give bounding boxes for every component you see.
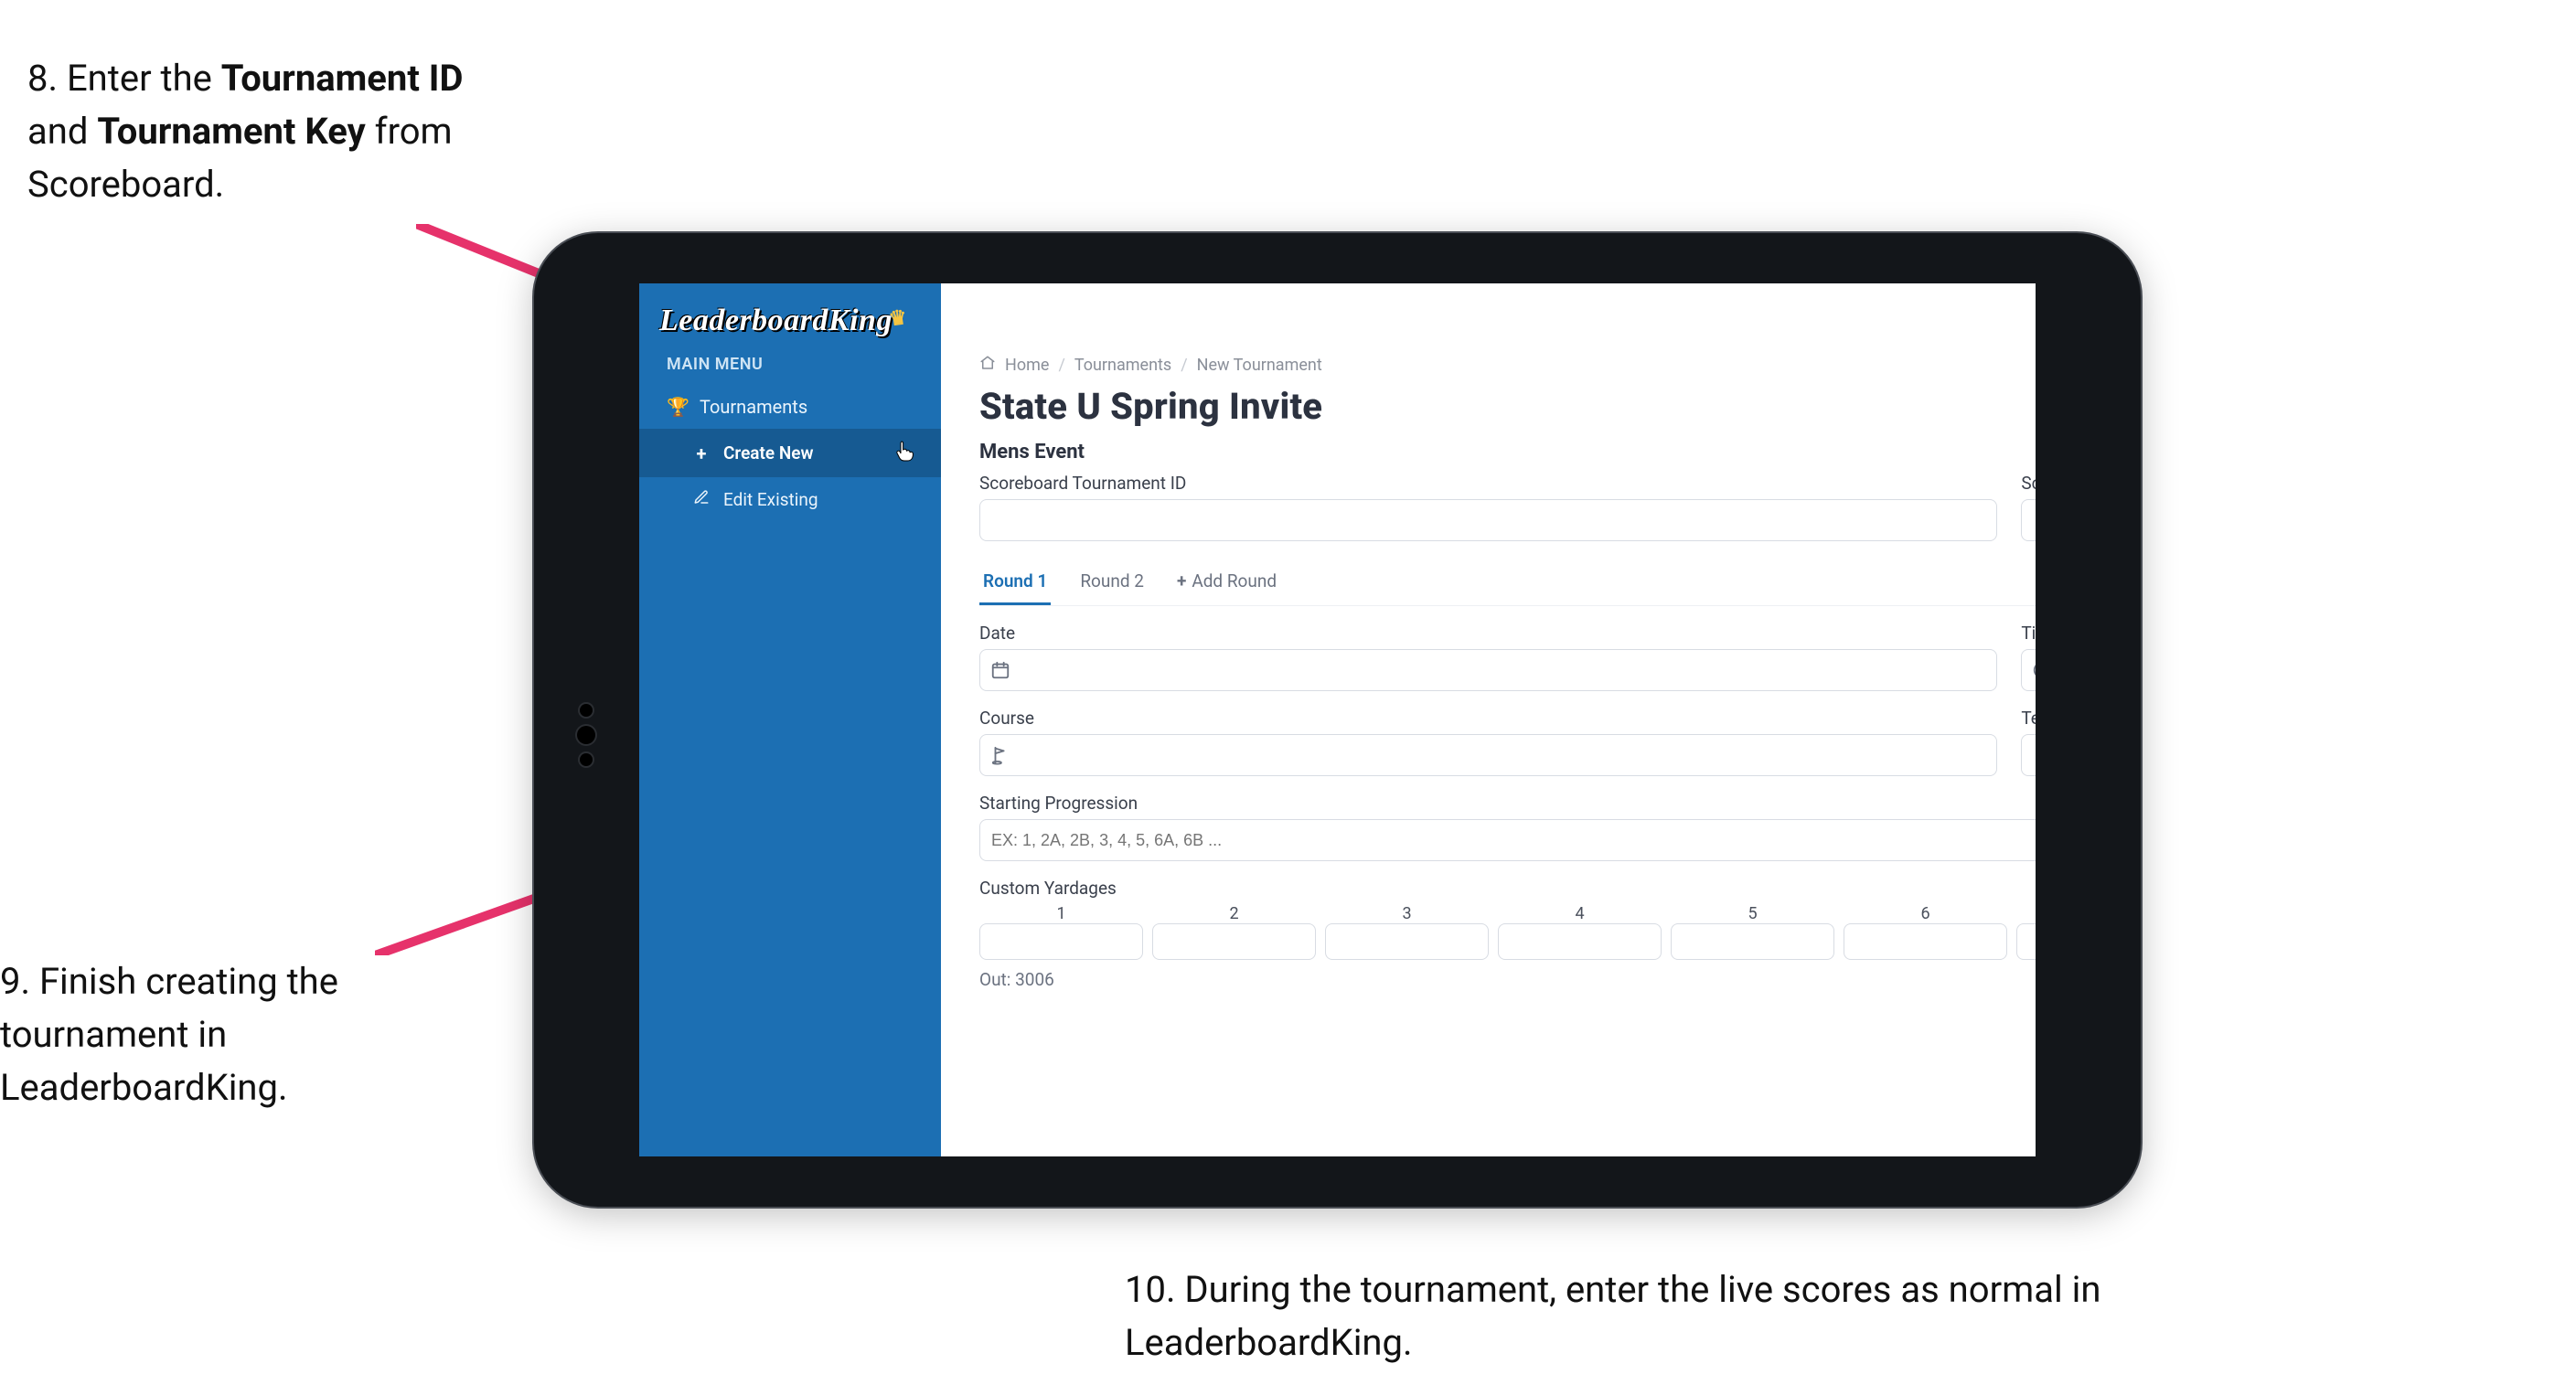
tab-round-2[interactable]: Round 2 [1076,561,1148,605]
hole-yardage-input[interactable] [1844,923,2007,960]
calendar-icon [989,658,1012,682]
instruction-step-9: 9. Finish creating the tournament in Lea… [0,955,366,1114]
hole-label: 2 [1152,904,1316,923]
breadcrumb-tournaments[interactable]: Tournaments [1074,356,1171,375]
plus-icon: + [1177,570,1186,591]
hole-yardage-input[interactable] [979,923,1143,960]
out-total: Out: 3006 [979,969,1054,990]
breadcrumb-sep: / [1058,356,1064,375]
sidebar-item-create-new[interactable]: + Create New [639,429,941,477]
sidebar-item-label: Edit Existing [723,489,818,510]
hole-yardage-input[interactable] [1152,923,1316,960]
tee-icon [2030,743,2036,767]
sidebar-item-edit-existing[interactable]: Edit Existing [639,477,941,521]
cursor-hand-icon [895,440,914,466]
flag-icon [989,743,1012,767]
starting-progression-label: Starting Progression [979,793,2036,814]
hole-labels-row: 123456789101112131415161718 [979,904,2036,923]
hole-label: 3 [1325,904,1489,923]
tablet-camera-dots [573,695,599,775]
hole-yardage-input[interactable] [2016,923,2036,960]
custom-yardages-label: Custom Yardages [979,878,2036,899]
brand-logo[interactable]: LeaderboardKing♛ [639,298,941,355]
instruction-step-8: 8. Enter the Tournament ID and Tournamen… [27,52,521,211]
hole-label: 6 [1844,904,2007,923]
sidebar: LeaderboardKing♛ MAIN MENU 🏆 Tournaments… [639,283,941,1156]
course-input[interactable] [979,734,1997,776]
clock-icon [2030,658,2036,682]
date-label: Date [979,623,1997,644]
instruction-step-10: 10. During the tournament, enter the liv… [1125,1263,2222,1369]
hole-yardage-input[interactable] [1671,923,1834,960]
section-title: Mens Event [979,441,1085,463]
scoreboard-id-input[interactable] [979,499,1997,541]
breadcrumb-sep: / [1181,356,1187,375]
round-tabs: Round 1 Round 2 + Add Round [979,561,2036,606]
trophy-icon: 🏆 [667,396,689,418]
brand-sub: King [828,304,893,337]
hole-inputs-row [979,923,2036,960]
sidebar-item-label: Create New [723,442,814,463]
tablet-screen: LeaderboardKing♛ MAIN MENU 🏆 Tournaments… [639,283,2036,1156]
sidebar-menu-label: MAIN MENU [639,355,941,385]
time-label: Time [2021,623,2036,644]
tab-add-round[interactable]: + Add Round [1173,561,1280,605]
crown-icon: ♛ [887,305,909,332]
hole-yardage-input[interactable] [1498,923,1662,960]
home-icon[interactable] [979,355,996,376]
scoreboard-key-input[interactable] [2021,499,2036,541]
sidebar-item-label: Tournaments [700,396,807,418]
tab-round-1[interactable]: Round 1 [979,561,1051,605]
hole-label: 7 [2016,904,2036,923]
app-root: LeaderboardKing♛ MAIN MENU 🏆 Tournaments… [639,283,2036,1156]
page-title: State U Spring Invite [979,385,2036,428]
hole-yardage-input[interactable] [1325,923,1489,960]
hole-label: 1 [979,904,1143,923]
hole-label: 5 [1671,904,1834,923]
sidebar-item-tournaments[interactable]: 🏆 Tournaments [639,385,941,429]
main-content: Sign In Home / Tournaments / New T [941,283,2036,1156]
scoreboard-id-label: Scoreboard Tournament ID [979,473,1997,494]
edit-icon [690,488,712,510]
course-label: Course [979,708,1997,729]
tees-label: Tees [2021,708,2036,729]
breadcrumb-new-tournament: New Tournament [1197,356,1322,375]
plus-icon: + [690,442,712,464]
scoreboard-key-label: Scoreboard Tournament Key [2021,473,2036,494]
breadcrumb: Home / Tournaments / New Tournament [979,355,2036,376]
topbar: Sign In [941,283,2036,355]
date-input[interactable] [979,649,1997,691]
tab-add-round-label: Add Round [1192,570,1277,591]
brand-main: Leaderboard [659,304,828,337]
breadcrumb-home[interactable]: Home [1005,356,1049,375]
starting-progression-input[interactable] [979,819,2036,861]
hole-label: 4 [1498,904,1662,923]
tablet-frame: LeaderboardKing♛ MAIN MENU 🏆 Tournaments… [534,233,2141,1207]
